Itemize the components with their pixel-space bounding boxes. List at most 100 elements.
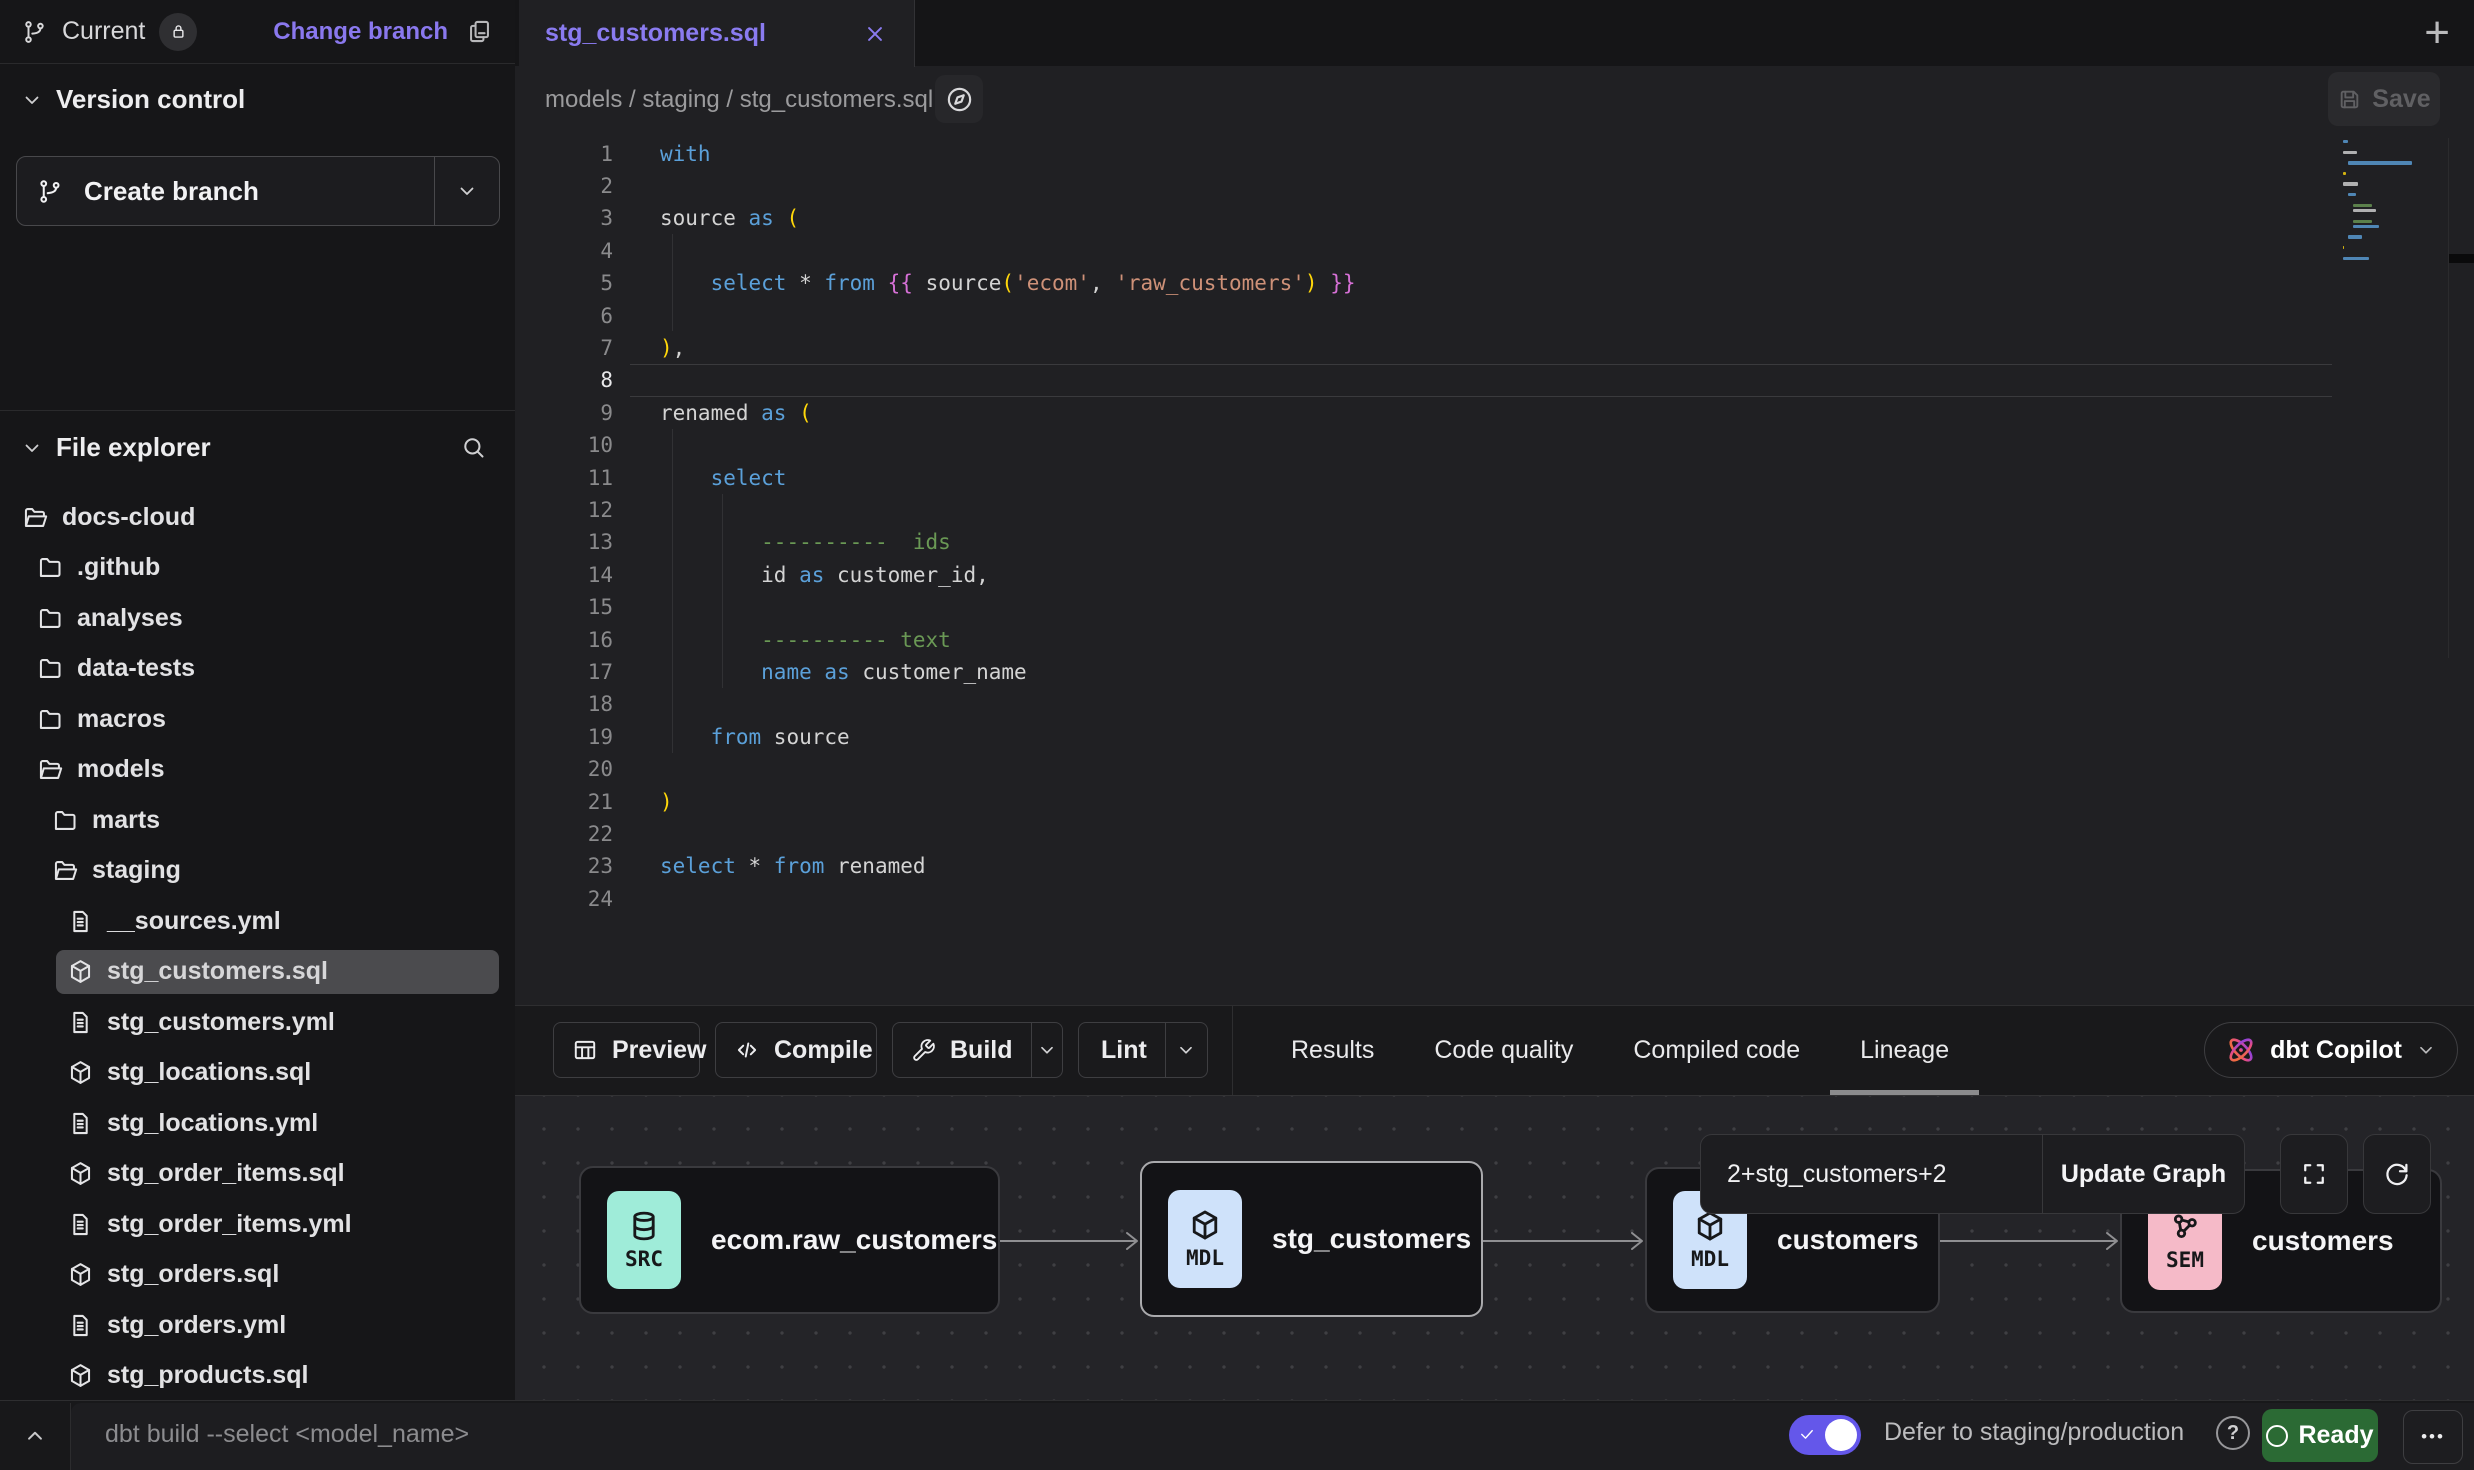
branch-lock-badge (159, 13, 197, 51)
tree-item-macros[interactable]: macros (0, 696, 515, 742)
build-dropdown[interactable] (1031, 1023, 1063, 1077)
folder-open-icon (52, 857, 79, 884)
folder-open-icon (22, 504, 49, 531)
copy-icon (466, 18, 493, 45)
code-text: ) (660, 790, 673, 814)
save-button[interactable]: Save (2328, 72, 2440, 126)
tab-strip: stg_customers.sql + (515, 0, 2474, 67)
panel-tab-results[interactable]: Results (1261, 1006, 1404, 1095)
change-branch-link[interactable]: Change branch (273, 18, 448, 46)
tree-item-stg_locations.yml[interactable]: stg_locations.yml (0, 1100, 515, 1146)
minimap[interactable] (2337, 140, 2449, 280)
preview-button[interactable]: Preview (553, 1022, 700, 1078)
version-control-title: Version control (56, 84, 245, 115)
semantic-icon (2168, 1210, 2202, 1244)
collapse-command-bar-button[interactable] (22, 1423, 48, 1449)
tree-item-data-tests[interactable]: data-tests (0, 646, 515, 692)
create-branch-dropdown[interactable] (435, 179, 499, 203)
create-branch-button[interactable]: Create branch (16, 156, 500, 226)
tree-item-stg_locations.sql[interactable]: stg_locations.sql (0, 1050, 515, 1096)
lineage-compass-button[interactable] (935, 75, 983, 123)
lineage-node-ecom.raw_customers[interactable]: SRCecom.raw_customers (579, 1166, 1000, 1314)
code-editor[interactable]: 1with23source as (45 select * from {{ so… (515, 133, 2474, 1005)
tab-stg-customers-sql[interactable]: stg_customers.sql (519, 0, 915, 67)
dbt-copilot-button[interactable]: dbt Copilot (2204, 1022, 2458, 1078)
update-graph-button[interactable]: Update Graph (2043, 1160, 2244, 1189)
duplicate-icon[interactable] (466, 18, 493, 45)
code-line-21: 21) (515, 785, 2474, 818)
code-text: select * from {{ source('ecom', 'raw_cus… (660, 271, 1356, 295)
close-icon[interactable] (862, 21, 888, 47)
overflow-menu-button[interactable]: ••• (2403, 1410, 2463, 1464)
code-line-22: 22 (515, 817, 2474, 850)
version-control-header[interactable]: Version control (20, 84, 245, 115)
file-label: stg_orders.yml (107, 1311, 286, 1340)
code-line-6: 6 (515, 299, 2474, 332)
panel-tab-lineage[interactable]: Lineage (1830, 1006, 1979, 1095)
fullscreen-button[interactable] (2280, 1134, 2348, 1214)
code-text: name as customer_name (660, 660, 1027, 684)
code-icon (734, 1037, 760, 1063)
code-line-5: 5 select * from {{ source('ecom', 'raw_c… (515, 267, 2474, 300)
tree-item-__sources.yml[interactable]: __sources.yml (0, 898, 515, 944)
ready-status-badge[interactable]: Ready (2262, 1409, 2378, 1462)
database-icon (627, 1209, 661, 1243)
line-number: 10 (515, 433, 613, 457)
tab-title: stg_customers.sql (545, 19, 766, 48)
line-number: 13 (515, 530, 613, 554)
help-icon[interactable]: ? (2216, 1416, 2250, 1450)
minimap-line (2348, 193, 2356, 196)
scrollbar-thumb[interactable] (2449, 254, 2474, 263)
tree-item-marts[interactable]: marts (0, 797, 515, 843)
defer-toggle[interactable] (1789, 1415, 1861, 1455)
file-explorer-header[interactable]: File explorer (20, 432, 495, 463)
tree-item-analyses[interactable]: analyses (0, 595, 515, 641)
tree-item-.github[interactable]: .github (0, 545, 515, 591)
tree-item-stg_products.sql[interactable]: stg_products.sql (0, 1353, 515, 1399)
refresh-button[interactable] (2363, 1134, 2431, 1214)
code-text: ---------- ids (660, 530, 951, 554)
lint-dropdown[interactable] (1165, 1023, 1207, 1077)
tree-item-stg_order_items.yml[interactable]: stg_order_items.yml (0, 1201, 515, 1247)
tree-item-stg_order_items.sql[interactable]: stg_order_items.sql (0, 1151, 515, 1197)
tree-item-stg_customers.yml[interactable]: stg_customers.yml (0, 999, 515, 1045)
node-type-badge: MDL (1168, 1190, 1242, 1288)
code-line-1: 1with (515, 137, 2474, 170)
file-doc-icon (67, 1009, 94, 1036)
search-icon[interactable] (460, 434, 487, 461)
minimap-line (2343, 172, 2346, 175)
new-tab-button[interactable]: + (2424, 4, 2450, 62)
file-label: docs-cloud (62, 503, 195, 532)
model-cube-icon (67, 1160, 94, 1187)
minimap-line (2343, 140, 2348, 143)
tree-item-staging[interactable]: staging (0, 848, 515, 894)
line-number: 14 (515, 563, 613, 587)
panel-tab-code-quality[interactable]: Code quality (1404, 1006, 1603, 1095)
build-button[interactable]: Build (892, 1022, 1063, 1078)
tree-item-stg_orders.yml[interactable]: stg_orders.yml (0, 1302, 515, 1348)
lint-button[interactable]: Lint (1078, 1022, 1208, 1078)
lineage-selector-input[interactable]: 2+stg_customers+2 (1701, 1160, 2042, 1189)
tree-item-stg_orders.sql[interactable]: stg_orders.sql (0, 1252, 515, 1298)
code-text: select * from renamed (660, 854, 926, 878)
git-branch-icon (22, 19, 48, 45)
model-cube-icon (1188, 1208, 1222, 1242)
line-number: 3 (515, 206, 613, 230)
line-number: 22 (515, 822, 613, 846)
lineage-node-stg_customers[interactable]: MDLstg_customers (1140, 1161, 1483, 1317)
file-label: models (77, 755, 165, 784)
tree-item-docs-cloud[interactable]: docs-cloud (0, 494, 515, 540)
panel-tab-compiled-code[interactable]: Compiled code (1603, 1006, 1830, 1095)
tree-item-stg_customers.sql[interactable]: stg_customers.sql (0, 949, 515, 995)
code-text: with (660, 142, 711, 166)
line-number: 8 (515, 368, 613, 392)
tree-item-models[interactable]: models (0, 747, 515, 793)
minimap-line (2353, 204, 2372, 207)
compile-button[interactable]: Compile (715, 1022, 877, 1078)
code-text: source as ( (660, 206, 799, 230)
file-label: .github (77, 553, 160, 582)
lineage-canvas[interactable]: SRCecom.raw_customers MDLstg_customersMDL… (515, 1095, 2474, 1400)
code-line-17: 17 name as customer_name (515, 655, 2474, 688)
node-type-badge: SRC (607, 1191, 681, 1289)
copilot-label: dbt Copilot (2270, 1036, 2402, 1065)
